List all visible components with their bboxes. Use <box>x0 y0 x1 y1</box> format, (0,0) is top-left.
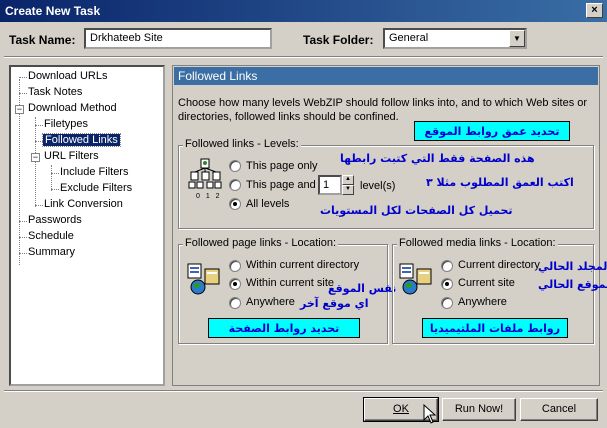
spin-up-icon[interactable]: ▲ <box>342 175 354 185</box>
link-levels-icon <box>188 158 222 189</box>
radio-label-within-current-site: Within current site <box>246 277 335 289</box>
tree-item-exclude-filters[interactable]: Exclude Filters <box>60 182 132 194</box>
tree-item-schedule[interactable]: Schedule <box>28 230 74 242</box>
radio-label-this-page-only: This page only <box>246 160 318 172</box>
annotation-current-folder: المجلد الحالي <box>538 260 607 273</box>
collapse-icon[interactable]: − <box>15 105 24 114</box>
levels-icon-digits: 0 1 2 <box>196 193 222 200</box>
annotation-same-site: نفس الموقع <box>328 282 397 295</box>
cancel-button-label: Cancel <box>541 403 577 415</box>
task-name-input[interactable]: Drkhateeb Site <box>84 28 272 49</box>
radio-label-anywhere-page: Anywhere <box>246 296 295 308</box>
annotation-banner-depth: تحديد عمق روابط الموقع <box>414 121 570 141</box>
task-folder-label: Task Folder: <box>303 33 374 47</box>
tree-item-followed-links[interactable]: Followed Links <box>42 133 121 147</box>
tree-item-download-urls[interactable]: Download URLs <box>28 70 107 82</box>
tree-item-download-method[interactable]: Download Method <box>28 102 117 114</box>
chevron-down-icon[interactable]: ▼ <box>509 30 525 47</box>
annotation-this-page-only: هذه الصفحة فقط التي كتبت رابطها <box>340 152 535 165</box>
radio-label-current-directory: Current directory <box>458 259 540 271</box>
window-title: Create New Task <box>5 4 101 18</box>
run-now-button-label: Run Now! <box>454 403 504 415</box>
levels-group-title: Followed links - Levels: <box>183 138 301 150</box>
page-location-group-title: Followed page links - Location: <box>183 237 339 249</box>
radio-within-current-site[interactable] <box>229 278 241 290</box>
radio-label-all-levels: All levels <box>246 198 290 210</box>
cancel-button[interactable]: Cancel <box>520 398 598 421</box>
radio-label-anywhere-media: Anywhere <box>458 296 507 308</box>
page-location-icon <box>187 263 220 295</box>
media-location-group-title: Followed media links - Location: <box>397 237 558 249</box>
close-button[interactable]: × <box>586 3 603 18</box>
annotation-other-site: اي موقع آخر <box>300 297 369 310</box>
radio-current-directory[interactable] <box>441 260 453 272</box>
separator <box>4 56 603 58</box>
separator <box>4 390 603 392</box>
annotation-current-site: الموقع الحالي <box>538 278 607 291</box>
radio-within-current-directory[interactable] <box>229 260 241 272</box>
spin-down-icon[interactable]: ▼ <box>342 185 354 195</box>
annotation-all-pages: تحميل كل الصفحات لكل المستويات <box>320 204 513 217</box>
task-folder-select[interactable]: General ▼ <box>383 28 527 49</box>
tree-item-task-notes[interactable]: Task Notes <box>28 86 82 98</box>
radio-this-page-and[interactable] <box>229 179 241 191</box>
levels-suffix-label: level(s) <box>360 180 396 192</box>
collapse-icon[interactable]: − <box>31 153 40 162</box>
annotation-banner-page-links: تحديد روابط الصفحة <box>208 318 360 338</box>
tree-item-url-filters[interactable]: URL Filters <box>44 150 99 162</box>
radio-anywhere-media[interactable] <box>441 297 453 309</box>
radio-label-current-site: Current site <box>458 277 515 289</box>
window-title-bar[interactable]: Create New Task <box>0 0 607 22</box>
radio-this-page-only[interactable] <box>229 160 241 172</box>
annotation-banner-media: روابط ملفات الملتيميديا <box>422 318 568 338</box>
tree-item-filetypes[interactable]: Filetypes <box>44 118 88 130</box>
radio-label-within-current-directory: Within current directory <box>246 259 360 271</box>
radio-anywhere-page[interactable] <box>229 297 241 309</box>
settings-tree[interactable]: Download URLs Task Notes − Download Meth… <box>9 65 165 386</box>
radio-label-this-page-and: This page and <box>246 179 316 191</box>
radio-all-levels[interactable] <box>229 198 241 210</box>
media-location-icon <box>399 263 432 295</box>
mouse-cursor-icon <box>423 404 437 424</box>
task-name-label: Task Name: <box>9 33 76 47</box>
tree-item-include-filters[interactable]: Include Filters <box>60 166 128 178</box>
task-folder-value: General <box>389 32 429 44</box>
panel-header: Followed Links <box>174 67 598 85</box>
close-icon: × <box>591 4 598 16</box>
ok-button-label: OK <box>393 403 409 415</box>
tree-item-link-conversion[interactable]: Link Conversion <box>44 198 123 210</box>
tree-item-summary[interactable]: Summary <box>28 246 75 258</box>
run-now-button[interactable]: Run Now! <box>442 398 516 421</box>
radio-current-site[interactable] <box>441 278 453 290</box>
annotation-depth-example: اكتب العمق المطلوب مثلا ٣ <box>426 176 574 189</box>
panel-description: Choose how many levels WebZIP should fol… <box>178 97 588 123</box>
levels-spin-input[interactable]: 1 <box>318 175 342 195</box>
tree-item-passwords[interactable]: Passwords <box>28 214 82 226</box>
